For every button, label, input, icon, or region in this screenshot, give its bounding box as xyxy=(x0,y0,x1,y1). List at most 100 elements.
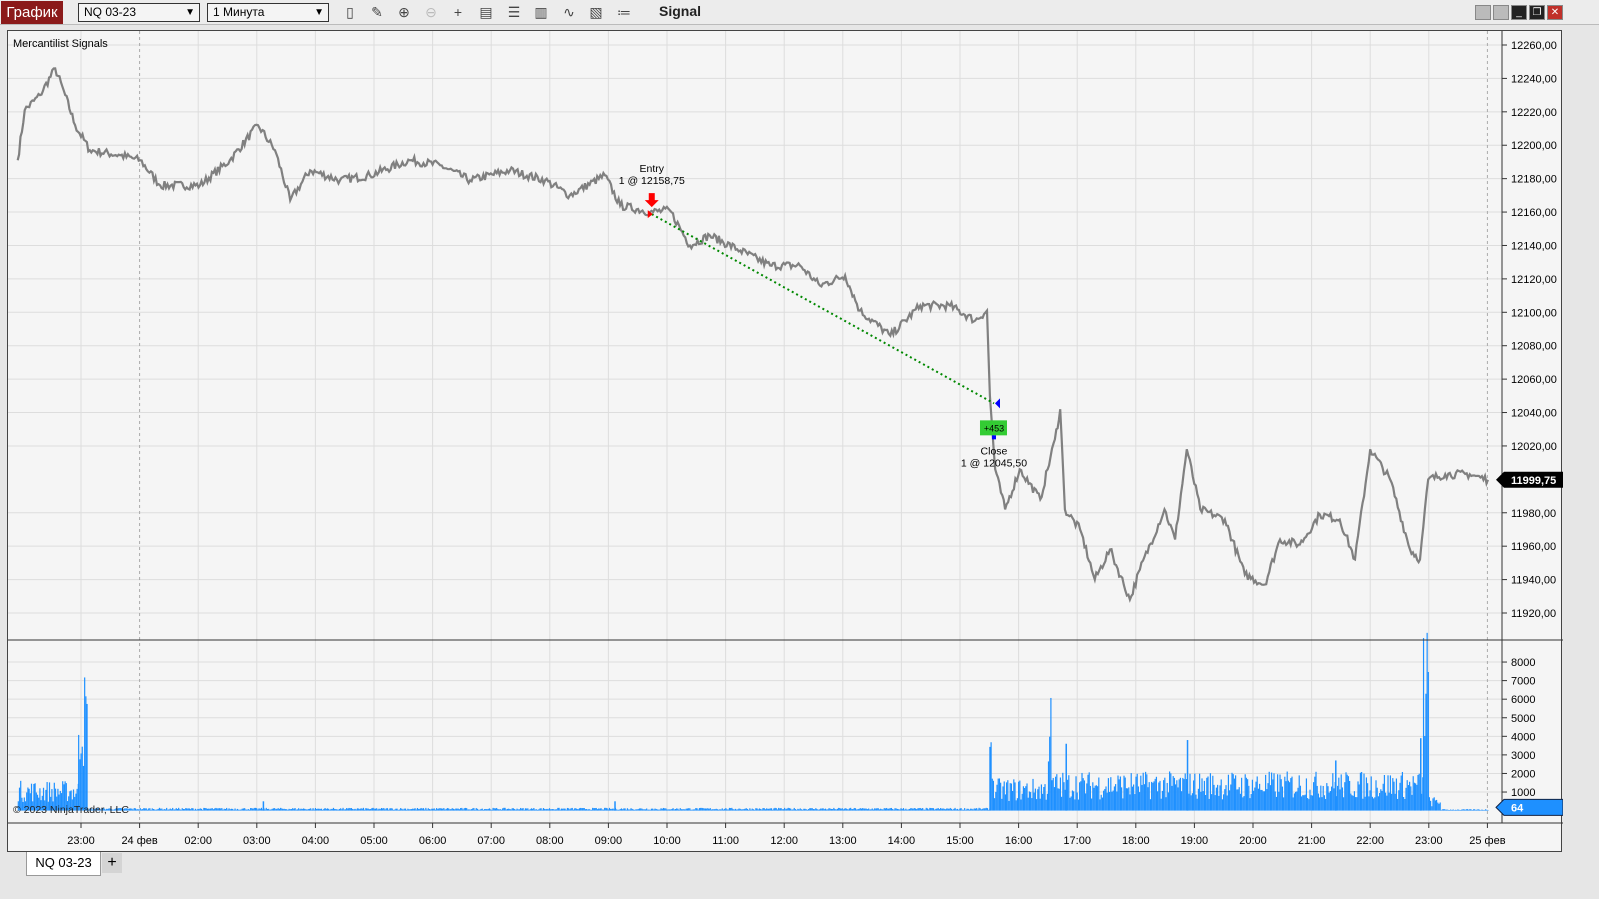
window-tile-icon[interactable] xyxy=(1475,5,1491,20)
volume-bar xyxy=(1149,799,1152,811)
volume-bar xyxy=(748,809,750,811)
volume-bar xyxy=(511,808,513,811)
volume-bar xyxy=(986,808,989,811)
minimize-button[interactable]: _ xyxy=(1511,5,1527,20)
indicators-icon[interactable]: ▥ xyxy=(531,3,551,22)
volume-bar xyxy=(541,809,543,811)
volume-bar xyxy=(942,808,944,811)
volume-bar xyxy=(1151,781,1153,811)
strategies-icon[interactable]: ∿ xyxy=(559,3,579,22)
volume-bar xyxy=(551,809,553,811)
volume-bar xyxy=(713,809,715,811)
volume-bar xyxy=(736,809,738,811)
chart-area[interactable]: Entry 1 @ 12158,75 +453 Close 1 @ 12045,50 1… xyxy=(7,30,1564,853)
data-box-icon[interactable]: ▤ xyxy=(476,3,496,22)
volume-bar xyxy=(698,808,701,811)
volume-bar xyxy=(366,808,368,811)
crosshair-icon[interactable]: + xyxy=(448,3,468,22)
volume-bar xyxy=(983,808,985,811)
volume-bar xyxy=(427,808,429,811)
volume-bar xyxy=(1463,809,1465,811)
chart-menu-button[interactable]: График xyxy=(1,1,63,24)
tab-nq-03-23[interactable]: NQ 03-23 xyxy=(26,852,101,876)
pencil-icon[interactable]: ✎ xyxy=(367,3,387,22)
volume-bar xyxy=(1196,798,1198,811)
volume-bar xyxy=(851,809,853,811)
volume-bar xyxy=(1053,787,1056,811)
zoom-out-icon[interactable]: ⊖ xyxy=(421,3,441,22)
template-icon[interactable]: ▧ xyxy=(586,3,606,22)
volume-bar xyxy=(187,808,189,811)
volume-bar xyxy=(745,808,747,811)
volume-bar xyxy=(218,808,221,811)
volume-bar xyxy=(1242,797,1244,811)
volume-bar xyxy=(367,808,369,811)
volume-bar xyxy=(264,809,266,811)
volume-bar xyxy=(1456,809,1458,811)
volume-bar xyxy=(622,809,624,811)
volume-bar xyxy=(206,808,209,811)
volume-bar xyxy=(664,808,666,811)
volume-bar xyxy=(814,809,816,811)
volume-bar xyxy=(900,808,902,811)
volume-bar xyxy=(695,808,697,811)
volume-bar xyxy=(1177,787,1179,811)
volume-bar xyxy=(761,809,763,811)
volume-bar xyxy=(626,808,629,811)
volume-bar xyxy=(690,809,692,811)
volume-bar xyxy=(1224,789,1226,811)
volume-bar xyxy=(1432,798,1434,811)
volume-bar xyxy=(1428,797,1430,811)
volume-bar xyxy=(784,807,786,811)
volume-bar xyxy=(508,808,510,811)
list-icon[interactable]: ≔ xyxy=(614,3,634,22)
price-tick-label: 12180,00 xyxy=(1511,174,1557,186)
interval-select[interactable]: 1 Минута ▼ xyxy=(207,3,329,22)
volume-bar xyxy=(175,808,177,811)
volume-bar xyxy=(505,809,507,811)
restore-button[interactable]: ❐ xyxy=(1529,5,1545,20)
volume-bar xyxy=(1229,790,1231,811)
time-tick-label: 19:00 xyxy=(1181,835,1209,847)
bar-style-icon[interactable]: ▯ xyxy=(340,3,360,22)
instrument-select[interactable]: NQ 03-23 ▼ xyxy=(78,3,200,22)
volume-bar xyxy=(586,808,588,811)
chart-svg[interactable]: Entry1 @ 12158,75 +453 Close1 @ 12045,50 1… xyxy=(8,31,1564,853)
volume-bar xyxy=(359,809,361,811)
volume-bar xyxy=(460,808,462,811)
volume-bar xyxy=(828,808,830,811)
volume-bar xyxy=(634,809,636,811)
entry-label: Entry xyxy=(640,163,665,175)
volume-bar xyxy=(1444,809,1446,811)
volume-bar xyxy=(1346,774,1348,811)
volume-bar xyxy=(852,809,854,811)
volume-bar xyxy=(949,807,951,811)
volume-bar xyxy=(1107,778,1110,811)
window-tile2-icon[interactable] xyxy=(1493,5,1509,20)
volume-bar xyxy=(566,807,569,811)
volume-bar xyxy=(1478,809,1481,811)
volume-bar xyxy=(1381,790,1383,811)
volume-bar xyxy=(635,809,637,811)
volume-tick-label: 8000 xyxy=(1511,657,1535,669)
volume-bar xyxy=(671,809,673,811)
volume-bar xyxy=(377,809,379,811)
volume-tick-label: 5000 xyxy=(1511,713,1535,725)
volume-bar xyxy=(1046,793,1049,811)
volume-bar xyxy=(240,809,242,811)
volume-bar xyxy=(779,808,781,811)
volume-bar xyxy=(1293,793,1296,811)
volume-bar xyxy=(492,807,494,811)
close-button[interactable]: ✕ xyxy=(1547,5,1563,20)
volume-bar xyxy=(995,791,997,811)
time-tick-label: 08:00 xyxy=(536,835,564,847)
properties-icon[interactable]: ☰ xyxy=(504,3,524,22)
volume-bar xyxy=(562,808,564,811)
zoom-in-icon[interactable]: ⊕ xyxy=(394,3,414,22)
volume-bar xyxy=(239,809,241,811)
volume-bar xyxy=(1173,777,1176,811)
add-tab-button[interactable]: + xyxy=(102,853,122,873)
volume-bar xyxy=(1042,793,1044,811)
price-tick-label: 12160,00 xyxy=(1511,207,1557,219)
pnl-value: +453 xyxy=(984,423,1004,433)
